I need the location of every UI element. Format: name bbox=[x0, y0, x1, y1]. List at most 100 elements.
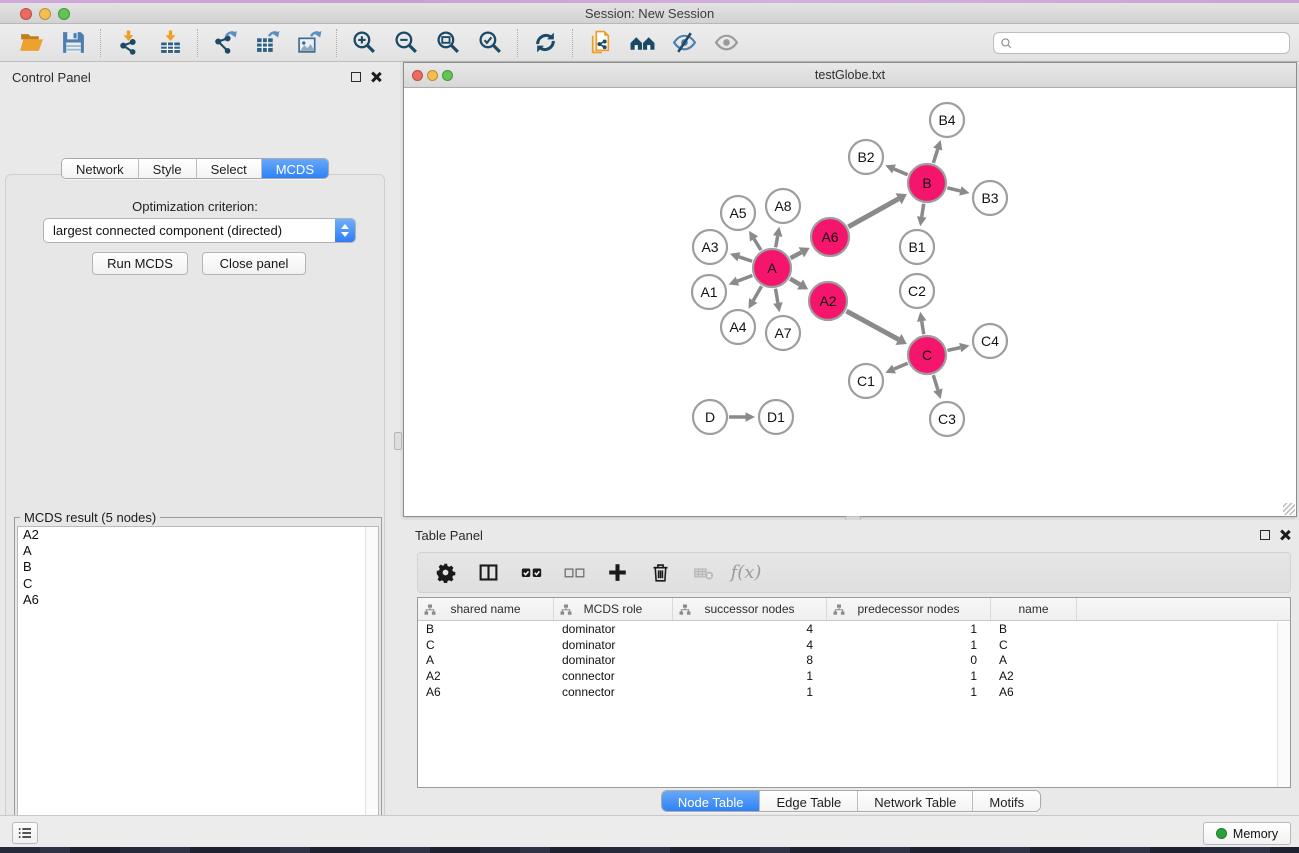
unselect-all-columns-button[interactable] bbox=[561, 560, 587, 586]
refresh-layout-button[interactable] bbox=[524, 27, 566, 59]
delete-column-button[interactable] bbox=[647, 560, 673, 586]
table-cell[interactable]: A2 bbox=[418, 669, 554, 683]
float-table-panel-icon[interactable] bbox=[1260, 530, 1270, 540]
save-button[interactable] bbox=[52, 27, 94, 59]
eye-button[interactable] bbox=[705, 27, 747, 59]
table-cell[interactable]: 1 bbox=[673, 685, 827, 699]
vertical-splitter-grip[interactable] bbox=[394, 432, 402, 450]
edge-A2-C[interactable] bbox=[846, 311, 898, 339]
edge-B-B2[interactable] bbox=[894, 169, 908, 175]
table-cell[interactable]: connector bbox=[554, 669, 673, 683]
edge-A-A1[interactable] bbox=[738, 275, 753, 281]
float-panel-icon[interactable] bbox=[351, 72, 361, 82]
table-cell[interactable]: 1 bbox=[827, 622, 991, 636]
tab-edge-table[interactable]: Edge Table bbox=[760, 791, 858, 811]
table-cell[interactable]: B bbox=[991, 622, 1077, 636]
edge-A-A2[interactable] bbox=[790, 279, 800, 285]
edge-A-A3[interactable] bbox=[739, 257, 752, 261]
import-table-button[interactable] bbox=[149, 27, 191, 59]
show-columns-button[interactable] bbox=[475, 560, 501, 586]
task-history-button[interactable] bbox=[12, 822, 38, 844]
zoom-in-button[interactable] bbox=[343, 27, 385, 59]
table-cell[interactable]: 4 bbox=[673, 622, 827, 636]
edge-A-A5[interactable] bbox=[754, 239, 761, 250]
search-input[interactable] bbox=[1013, 34, 1289, 52]
table-cell[interactable]: A6 bbox=[418, 685, 554, 699]
tab-style[interactable]: Style bbox=[139, 159, 197, 178]
mcds-list-scrollbar[interactable] bbox=[365, 527, 378, 853]
tab-network-table[interactable]: Network Table bbox=[858, 791, 973, 811]
table-cell[interactable]: 1 bbox=[827, 685, 991, 699]
table-cell[interactable]: 8 bbox=[673, 653, 827, 667]
import-network-button[interactable] bbox=[107, 27, 149, 59]
export-image-button[interactable] bbox=[288, 27, 330, 59]
table-cell[interactable]: 1 bbox=[827, 638, 991, 652]
mcds-result-item[interactable]: A6 bbox=[18, 592, 378, 608]
mcds-result-item[interactable]: C bbox=[18, 576, 378, 592]
tab-motifs[interactable]: Motifs bbox=[973, 791, 1040, 811]
edge-B-B1[interactable] bbox=[922, 204, 924, 217]
eye-slash-button[interactable] bbox=[663, 27, 705, 59]
export-network-button[interactable] bbox=[204, 27, 246, 59]
edge-B-B4[interactable] bbox=[933, 149, 937, 163]
table-cell[interactable]: 4 bbox=[673, 638, 827, 652]
edge-B-B3[interactable] bbox=[947, 188, 960, 191]
table-cell[interactable]: A6 bbox=[991, 685, 1077, 699]
table-row[interactable]: Bdominator41B bbox=[418, 621, 1290, 637]
edge-C-C3[interactable] bbox=[933, 375, 938, 390]
table-cell[interactable]: dominator bbox=[554, 622, 673, 636]
edge-A-A8[interactable] bbox=[776, 236, 778, 247]
table-cell[interactable]: connector bbox=[554, 685, 673, 699]
column-header-shared-name[interactable]: shared name bbox=[418, 598, 554, 620]
table-cell[interactable]: dominator bbox=[554, 653, 673, 667]
table-cell[interactable]: 1 bbox=[673, 669, 827, 683]
optimization-criterion-select[interactable]: largest connected component (directed) bbox=[43, 218, 356, 243]
edge-A-A4[interactable] bbox=[753, 286, 761, 300]
tab-mcds[interactable]: MCDS bbox=[262, 159, 328, 178]
home-networks-button[interactable] bbox=[621, 27, 663, 59]
close-panel-icon[interactable] bbox=[370, 71, 382, 83]
table-cell[interactable]: A bbox=[991, 653, 1077, 667]
add-column-button[interactable] bbox=[604, 560, 630, 586]
column-header-MCDS-role[interactable]: MCDS role bbox=[554, 598, 673, 620]
edge-C-C1[interactable] bbox=[894, 363, 908, 369]
table-options-gear-button[interactable] bbox=[432, 560, 458, 586]
table-row[interactable]: Adominator80A bbox=[418, 652, 1290, 668]
resize-grip-icon[interactable] bbox=[1283, 503, 1295, 515]
close-panel-button[interactable]: Close panel bbox=[202, 252, 306, 275]
network-canvas[interactable]: B4B2BB3A8A5A6A3B1AA1C2A2A4A7C4CC1C3DD1 bbox=[404, 88, 1296, 516]
table-cell[interactable]: dominator bbox=[554, 638, 673, 652]
zoom-selected-button[interactable] bbox=[469, 27, 511, 59]
tab-node-table[interactable]: Node Table bbox=[662, 791, 761, 811]
table-row[interactable]: Cdominator41C bbox=[418, 637, 1290, 653]
mcds-result-item[interactable]: B bbox=[18, 559, 378, 575]
edge-A6-B[interactable] bbox=[848, 199, 898, 227]
edge-A-A6[interactable] bbox=[791, 252, 802, 258]
table-row[interactable]: A6connector11A6 bbox=[418, 684, 1290, 700]
table-cell[interactable]: C bbox=[418, 638, 554, 652]
open-folder-button[interactable] bbox=[10, 27, 52, 59]
tab-select[interactable]: Select bbox=[197, 159, 262, 178]
memory-button[interactable]: Memory bbox=[1203, 822, 1291, 845]
zoom-out-button[interactable] bbox=[385, 27, 427, 59]
export-table-button[interactable] bbox=[246, 27, 288, 59]
select-all-columns-button[interactable] bbox=[518, 560, 544, 586]
table-cell[interactable]: C bbox=[991, 638, 1077, 652]
table-cell[interactable]: A2 bbox=[991, 669, 1077, 683]
column-header-predecessor-nodes[interactable]: predecessor nodes bbox=[827, 598, 991, 620]
edge-C-C2[interactable] bbox=[922, 321, 924, 334]
column-header-name[interactable]: name bbox=[991, 598, 1077, 620]
table-cell[interactable]: B bbox=[418, 622, 554, 636]
mcds-result-item[interactable]: A bbox=[18, 543, 378, 559]
table-cell[interactable]: A bbox=[418, 653, 554, 667]
table-row[interactable]: A2connector11A2 bbox=[418, 668, 1290, 684]
run-mcds-button[interactable]: Run MCDS bbox=[92, 252, 188, 275]
zoom-fit-button[interactable] bbox=[427, 27, 469, 59]
close-table-panel-icon[interactable] bbox=[1279, 529, 1291, 541]
new-network-file-button[interactable] bbox=[579, 27, 621, 59]
table-cell[interactable]: 1 bbox=[827, 669, 991, 683]
edge-C-C4[interactable] bbox=[947, 348, 960, 351]
column-header-successor-nodes[interactable]: successor nodes bbox=[673, 598, 827, 620]
table-scrollbar[interactable] bbox=[1277, 622, 1290, 787]
mcds-result-item[interactable]: A2 bbox=[18, 527, 378, 543]
